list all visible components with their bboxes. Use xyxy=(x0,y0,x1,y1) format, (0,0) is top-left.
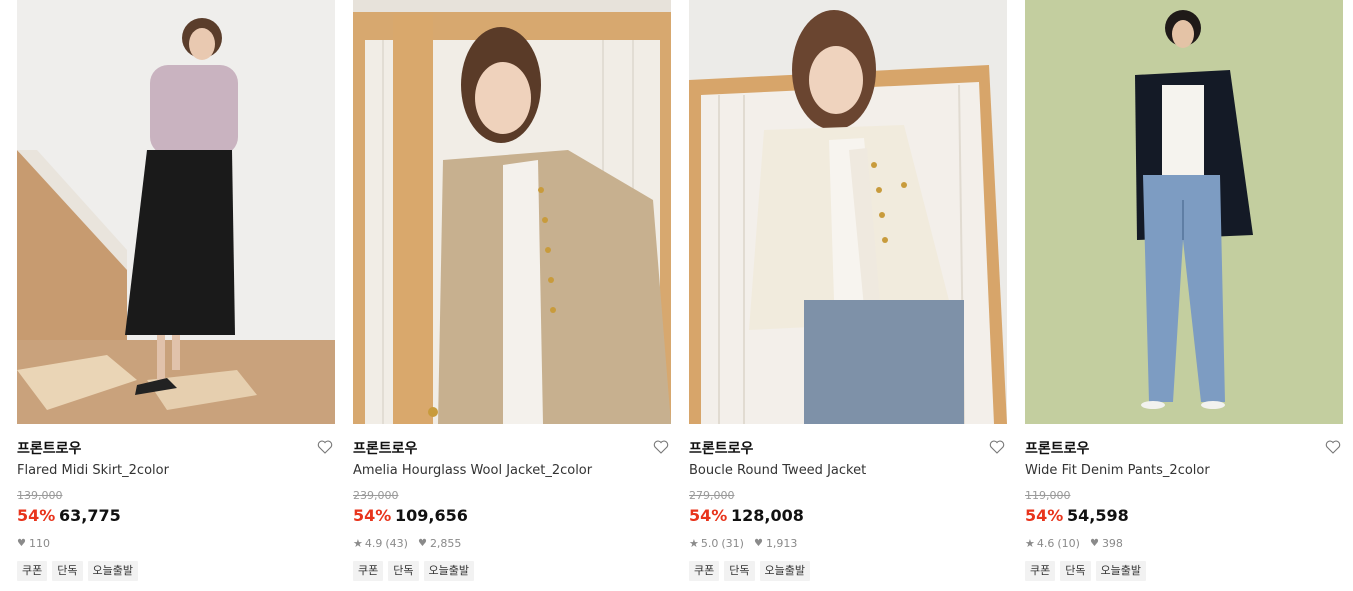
product-stats: ♥ 110 xyxy=(17,537,50,550)
tag-coupon: 쿠폰 xyxy=(689,561,720,581)
discount-rate: 54% xyxy=(17,506,56,525)
tag-exclusive: 단독 xyxy=(1060,561,1091,581)
tag-ships-today: 오늘출발 xyxy=(759,561,810,581)
product-name[interactable]: Amelia Hourglass Wool Jacket_2color xyxy=(353,463,592,478)
sale-price: 54,598 xyxy=(1067,506,1129,525)
original-price: 239,000 xyxy=(353,489,399,502)
review-count: (31) xyxy=(721,537,744,550)
product-card[interactable]: 프론트로우 Amelia Hourglass Wool Jacket_2colo… xyxy=(353,0,671,591)
heart-outline-icon[interactable] xyxy=(317,439,333,455)
like-count: 398 xyxy=(1101,537,1123,550)
discount-rate: 54% xyxy=(689,506,728,525)
product-name[interactable]: Flared Midi Skirt_2color xyxy=(17,463,169,478)
star-icon: ★ xyxy=(689,537,699,550)
product-stats: ★ 5.0 (31) ♥ 1,913 xyxy=(689,537,797,550)
discount-rate: 54% xyxy=(1025,506,1064,525)
like-count: 110 xyxy=(28,537,50,550)
heart-outline-icon[interactable] xyxy=(1325,439,1341,455)
original-price: 119,000 xyxy=(1025,489,1071,502)
tag-list: 쿠폰 단독 오늘출발 xyxy=(689,561,810,581)
product-grid: 프론트로우 Flared Midi Skirt_2color 139,000 5… xyxy=(0,0,1353,591)
star-icon: ★ xyxy=(1025,537,1035,550)
product-name[interactable]: Wide Fit Denim Pants_2color xyxy=(1025,463,1210,478)
review-count: (43) xyxy=(385,537,408,550)
heart-filled-icon: ♥ xyxy=(1089,538,1099,549)
tag-exclusive: 단독 xyxy=(724,561,755,581)
heart-outline-icon[interactable] xyxy=(989,439,1005,455)
sale-price: 128,008 xyxy=(731,506,804,525)
rating-value: 4.6 xyxy=(1036,537,1055,550)
product-image[interactable] xyxy=(17,0,335,424)
product-image[interactable] xyxy=(689,0,1007,424)
brand-name: 프론트로우 xyxy=(1025,441,1090,457)
tag-ships-today: 오늘출발 xyxy=(87,561,138,581)
brand-name: 프론트로우 xyxy=(689,441,754,457)
sale-price: 109,656 xyxy=(395,506,468,525)
star-icon: ★ xyxy=(353,537,363,550)
tag-list: 쿠폰 단독 오늘출발 xyxy=(17,561,138,581)
product-stats: ★ 4.9 (43) ♥ 2,855 xyxy=(353,537,461,550)
heart-outline-icon[interactable] xyxy=(653,439,669,455)
brand-name: 프론트로우 xyxy=(17,441,82,457)
original-price: 139,000 xyxy=(17,489,63,502)
product-image[interactable] xyxy=(1025,0,1343,424)
heart-filled-icon: ♥ xyxy=(417,538,427,549)
tag-coupon: 쿠폰 xyxy=(17,561,48,581)
like-count: 1,913 xyxy=(765,537,798,550)
tag-coupon: 쿠폰 xyxy=(353,561,384,581)
product-name[interactable]: Boucle Round Tweed Jacket xyxy=(689,463,866,478)
review-count: (10) xyxy=(1057,537,1080,550)
heart-filled-icon: ♥ xyxy=(753,538,763,549)
tag-ships-today: 오늘출발 xyxy=(423,561,474,581)
rating-value: 4.9 xyxy=(364,537,383,550)
tag-exclusive: 단독 xyxy=(388,561,419,581)
brand-name: 프론트로우 xyxy=(353,441,418,457)
tag-ships-today: 오늘출발 xyxy=(1095,561,1146,581)
original-price: 279,000 xyxy=(689,489,735,502)
heart-filled-icon: ♥ xyxy=(17,538,26,549)
product-card[interactable]: 프론트로우 Flared Midi Skirt_2color 139,000 5… xyxy=(17,0,335,591)
product-card[interactable]: 프론트로우 Wide Fit Denim Pants_2color 119,00… xyxy=(1025,0,1343,591)
tag-coupon: 쿠폰 xyxy=(1025,561,1056,581)
tag-exclusive: 단독 xyxy=(52,561,83,581)
rating-value: 5.0 xyxy=(700,537,719,550)
tag-list: 쿠폰 단독 오늘출발 xyxy=(353,561,474,581)
product-stats: ★ 4.6 (10) ♥ 398 xyxy=(1025,537,1123,550)
product-card[interactable]: 프론트로우 Boucle Round Tweed Jacket 279,000 … xyxy=(689,0,1007,591)
tag-list: 쿠폰 단독 오늘출발 xyxy=(1025,561,1146,581)
product-image[interactable] xyxy=(353,0,671,424)
discount-rate: 54% xyxy=(353,506,392,525)
like-count: 2,855 xyxy=(429,537,462,550)
sale-price: 63,775 xyxy=(59,506,121,525)
